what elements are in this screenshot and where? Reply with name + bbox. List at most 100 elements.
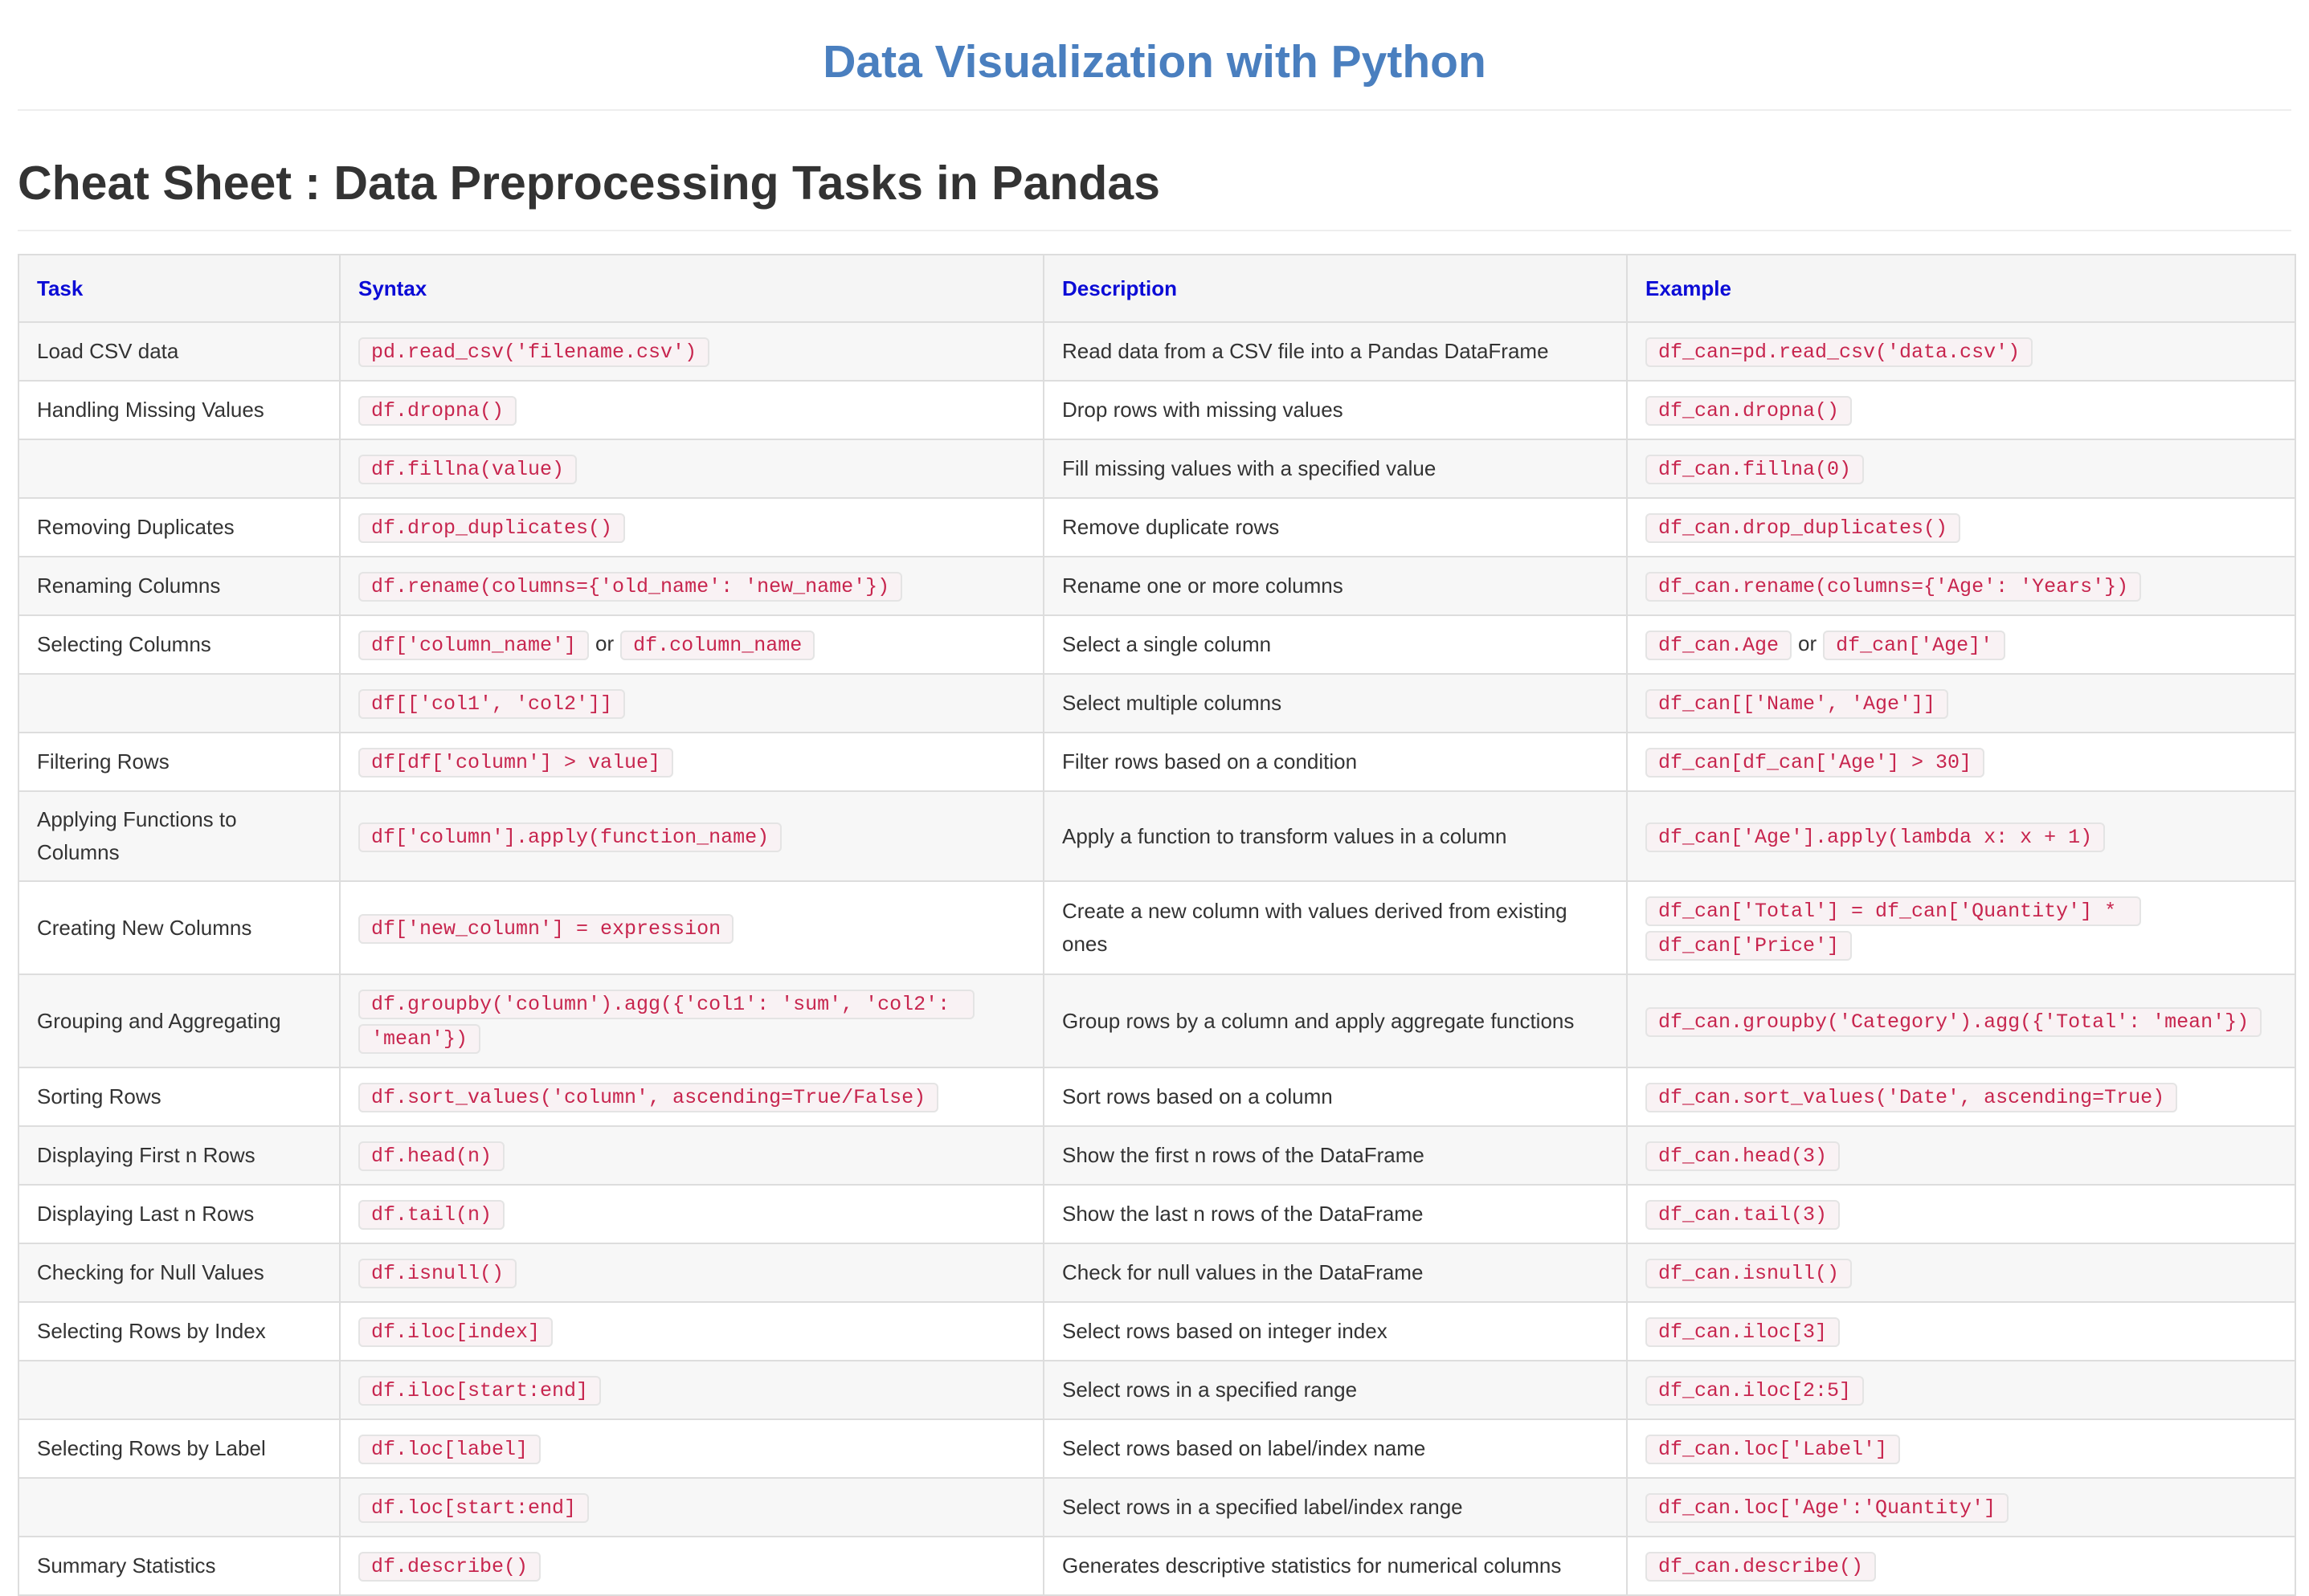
description-cell: Select rows in a specified range	[1043, 1360, 1628, 1420]
example-code: df_can.sort_values('Date', ascending=Tru…	[1645, 1083, 2178, 1112]
page: Data Visualization with Python Cheat She…	[0, 0, 2309, 1596]
description-cell: Create a new column with values derived …	[1043, 880, 1628, 975]
description-cell: Read data from a CSV file into a Pandas …	[1043, 321, 1628, 382]
task-cell: Summary Statistics	[18, 1536, 341, 1596]
description-cell: Check for null values in the DataFrame	[1043, 1243, 1628, 1303]
syntax-cell: df['column'].apply(function_name)	[339, 790, 1044, 882]
description-cell: Select rows based on integer index	[1043, 1301, 1628, 1361]
example-code: df_can.describe()	[1645, 1552, 1877, 1582]
example-code: df_can[df_can['Age'] > 30]	[1645, 748, 1985, 778]
or-separator: or	[595, 631, 615, 655]
syntax-cell: df.tail(n)	[339, 1184, 1044, 1244]
table-row: Displaying First n Rows df.head(n) Show th…	[18, 1125, 2296, 1186]
syntax-cell: df.iloc[index]	[339, 1301, 1044, 1361]
syntax-cell: df.iloc[start:end]	[339, 1360, 1044, 1420]
task-cell: Selecting Columns	[18, 614, 341, 675]
table-row: Handling Missing Values df.dropna() Drop r…	[18, 380, 2296, 440]
task-cell: Load CSV data	[18, 321, 341, 382]
task-cell: Selecting Rows by Label	[18, 1418, 341, 1479]
syntax-code: df.loc[start:end]	[358, 1493, 590, 1523]
syntax-cell: df.head(n)	[339, 1125, 1044, 1186]
example-cell: df_can.fillna(0)	[1626, 439, 2296, 499]
example-cell: df_can.rename(columns={'Age': 'Years'})	[1626, 556, 2296, 616]
table-row: Selecting Columns df['column_name'] or df.c…	[18, 614, 2296, 675]
example-code: df_can[['Name', 'Age']]	[1645, 689, 1949, 719]
task-cell: Removing Duplicates	[18, 497, 341, 557]
syntax-code: df.column_name	[620, 631, 815, 660]
task-cell: Filtering Rows	[18, 732, 341, 792]
task-cell	[18, 673, 341, 733]
syntax-cell: df['column_name'] or df.column_name	[339, 614, 1044, 675]
table-row: Selecting Rows by Label df.loc[label] Sele…	[18, 1418, 2296, 1479]
task-cell	[18, 1477, 341, 1537]
task-cell: Selecting Rows by Index	[18, 1301, 341, 1361]
table-body: Load CSV data pd.read_csv('filename.csv')…	[18, 321, 2296, 1596]
example-cell: df_can['Total'] = df_can['Quantity'] * d…	[1626, 880, 2296, 975]
table-row: Renaming Columns df.rename(columns={'old_…	[18, 556, 2296, 616]
syntax-cell: df['new_column'] = expression	[339, 880, 1044, 975]
syntax-code: pd.read_csv('filename.csv')	[358, 337, 710, 367]
example-code: df_can.dropna()	[1645, 396, 1853, 426]
example-code: df_can.iloc[3]	[1645, 1317, 1841, 1347]
example-cell: df_can.head(3)	[1626, 1125, 2296, 1186]
example-code: df_can.drop_duplicates()	[1645, 513, 1961, 543]
syntax-code: df.sort_values('column', ascending=True/…	[358, 1083, 939, 1112]
column-header-syntax: Syntax	[339, 254, 1044, 323]
table-header-row: Task Syntax Description Example	[18, 254, 2296, 323]
syntax-code: df['column_name']	[358, 631, 590, 660]
task-cell: Applying Functions to Columns	[18, 790, 341, 882]
example-cell: df_can.loc['Age':'Quantity']	[1626, 1477, 2296, 1537]
syntax-code: df.groupby('column').agg({'col1': 'sum',…	[358, 990, 975, 1054]
description-cell: Sort rows based on a column	[1043, 1067, 1628, 1127]
example-cell: df_can.dropna()	[1626, 380, 2296, 440]
description-cell: Remove duplicate rows	[1043, 497, 1628, 557]
example-code: df_can.iloc[2:5]	[1645, 1376, 1865, 1406]
table-row: Removing Duplicates df.drop_duplicates() R…	[18, 497, 2296, 557]
syntax-cell: df[df['column'] > value]	[339, 732, 1044, 792]
example-cell: df_can.loc['Label']	[1626, 1418, 2296, 1479]
description-cell: Group rows by a column and apply aggrega…	[1043, 974, 1628, 1068]
syntax-code: df.loc[label]	[358, 1435, 541, 1464]
syntax-code: df.tail(n)	[358, 1200, 505, 1230]
syntax-code: df.iloc[index]	[358, 1317, 554, 1347]
table-row: df[['col1', 'col2']] Select multiple colu…	[18, 673, 2296, 733]
syntax-code: df.rename(columns={'old_name': 'new_name…	[358, 572, 903, 602]
syntax-code: df.isnull()	[358, 1259, 517, 1288]
example-code: df_can['Total'] = df_can['Quantity'] * d…	[1645, 896, 2142, 961]
task-cell: Creating New Columns	[18, 880, 341, 975]
syntax-code: df.iloc[start:end]	[358, 1376, 602, 1406]
example-code: df_can.Age	[1645, 631, 1792, 660]
table-row: Summary Statistics df.describe() Generates…	[18, 1536, 2296, 1596]
example-cell: df_can.tail(3)	[1626, 1184, 2296, 1244]
example-cell: df_can[['Name', 'Age']]	[1626, 673, 2296, 733]
example-code: df_can.groupby('Category').agg({'Total':…	[1645, 1006, 2262, 1037]
task-cell: Handling Missing Values	[18, 380, 341, 440]
example-cell: df_can=pd.read_csv('data.csv')	[1626, 321, 2296, 382]
task-cell: Renaming Columns	[18, 556, 341, 616]
example-code: df_can.fillna(0)	[1645, 455, 1865, 484]
section-title: Cheat Sheet : Data Preprocessing Tasks i…	[18, 111, 2291, 231]
example-code: df_can['Age]'	[1823, 631, 2006, 660]
description-cell: Rename one or more columns	[1043, 556, 1628, 616]
example-code: df_can['Age'].apply(lambda x: x + 1)	[1645, 822, 2106, 852]
example-code: df_can.loc['Age':'Quantity']	[1645, 1493, 2009, 1523]
description-cell: Fill missing values with a specified val…	[1043, 439, 1628, 499]
table-row: Load CSV data pd.read_csv('filename.csv')…	[18, 321, 2296, 382]
syntax-code: df[['col1', 'col2']]	[358, 689, 626, 719]
syntax-cell: df.loc[start:end]	[339, 1477, 1044, 1537]
syntax-code: df['column'].apply(function_name)	[358, 822, 783, 852]
page-title: Data Visualization with Python	[823, 36, 1486, 88]
example-code: df_can.head(3)	[1645, 1141, 1841, 1171]
table-row: df.fillna(value) Fill missing values with…	[18, 439, 2296, 499]
table-row: Filtering Rows df[df['column'] > value] Fi…	[18, 732, 2296, 792]
description-cell: Generates descriptive statistics for num…	[1043, 1536, 1628, 1596]
syntax-code: df.fillna(value)	[358, 455, 578, 484]
table-row: df.loc[start:end] Select rows in a specif…	[18, 1477, 2296, 1537]
syntax-cell: df.sort_values('column', ascending=True/…	[339, 1067, 1044, 1127]
description-cell: Filter rows based on a condition	[1043, 732, 1628, 792]
syntax-cell: df[['col1', 'col2']]	[339, 673, 1044, 733]
example-cell: df_can.iloc[3]	[1626, 1301, 2296, 1361]
example-cell: df_can.describe()	[1626, 1536, 2296, 1596]
or-separator: or	[1798, 631, 1817, 655]
description-cell: Drop rows with missing values	[1043, 380, 1628, 440]
